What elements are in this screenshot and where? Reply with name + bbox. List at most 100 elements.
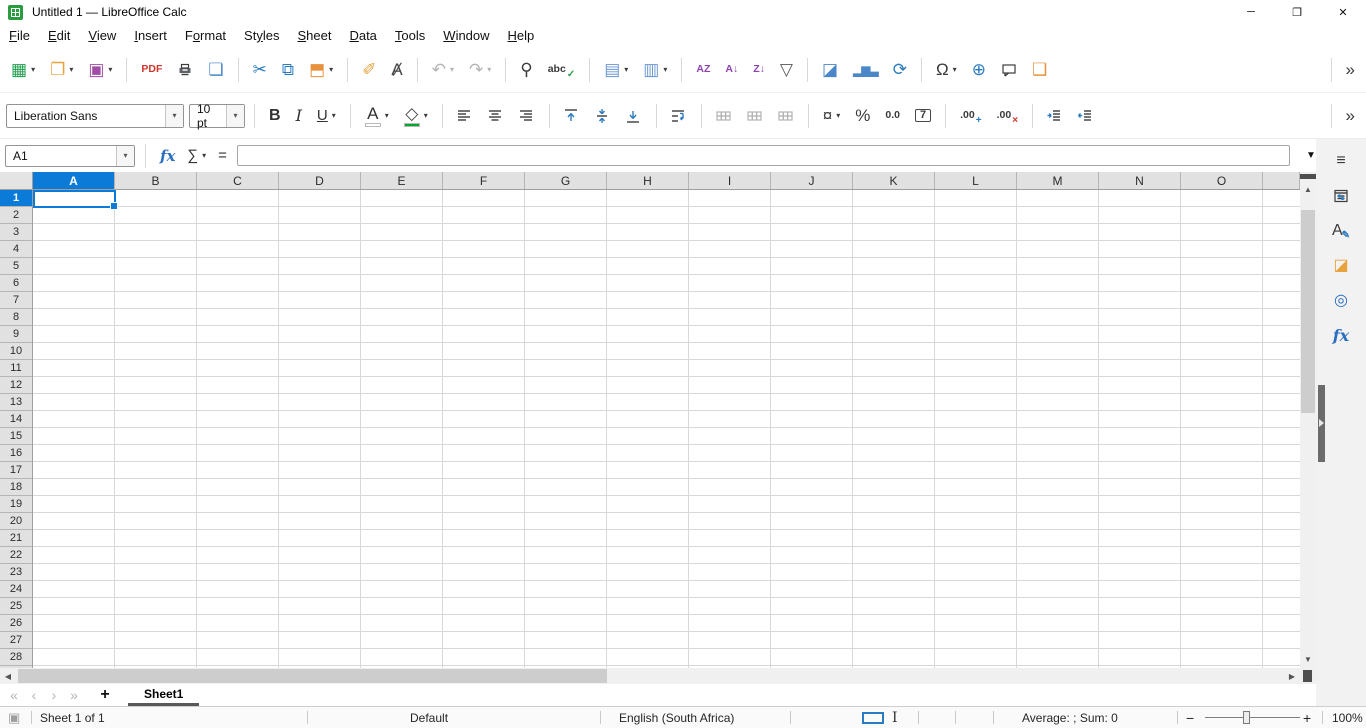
row-header-15[interactable]: 15 — [0, 428, 32, 445]
format-number-button[interactable]: 0.0 — [880, 107, 905, 124]
autofilter-button[interactable]: ▽ — [775, 58, 798, 81]
row-header-12[interactable]: 12 — [0, 377, 32, 394]
zoom-slider-thumb[interactable] — [1243, 711, 1250, 724]
column-header-E[interactable]: E — [361, 172, 443, 189]
copy-button[interactable]: ⧉ — [277, 58, 299, 81]
chevron-down-icon[interactable]: ▾ — [165, 105, 183, 127]
row-header-18[interactable]: 18 — [0, 479, 32, 496]
row-header-14[interactable]: 14 — [0, 411, 32, 428]
sidebar-hide-handle[interactable] — [1318, 385, 1325, 462]
select-all-corner[interactable] — [0, 172, 33, 190]
wrap-text-button[interactable] — [666, 105, 692, 127]
merge-center-cells-button[interactable] — [711, 105, 737, 127]
page-style-status[interactable]: Default — [410, 707, 448, 728]
menu-format[interactable]: Format — [176, 26, 235, 45]
close-button[interactable]: ✕ — [1320, 0, 1366, 24]
headers-footers-button[interactable]: ❑ — [1027, 58, 1052, 81]
add-decimal-button[interactable]: .00+ — [955, 107, 986, 124]
sidebar-gallery-button[interactable]: ◪ — [1323, 248, 1359, 283]
scroll-right-icon[interactable]: ▶ — [1284, 668, 1300, 684]
center-vertically-button[interactable] — [590, 105, 616, 127]
font-name-combobox[interactable]: Liberation Sans ▾ — [6, 104, 184, 128]
average-sum-status[interactable]: Average: ; Sum: 0 — [1022, 707, 1118, 728]
formula-input[interactable] — [237, 145, 1290, 166]
comment-button[interactable] — [996, 59, 1022, 81]
sheet-number-status[interactable]: Sheet 1 of 1 — [40, 707, 105, 728]
sort-ascending-button[interactable]: A↓ — [720, 61, 743, 78]
cut-button[interactable]: ✂ — [248, 58, 272, 81]
insert-chart-button[interactable]: ▂▆▃ — [848, 61, 883, 79]
menu-file[interactable]: File — [0, 26, 39, 45]
insert-image-button[interactable]: ◪ — [817, 58, 843, 81]
restore-button[interactable]: ❐ — [1274, 0, 1320, 24]
row-header-11[interactable]: 11 — [0, 360, 32, 377]
menu-help[interactable]: Help — [499, 26, 544, 45]
menu-view[interactable]: View — [79, 26, 125, 45]
sort-descending-button[interactable]: Z↓ — [748, 61, 770, 78]
column-header-A[interactable]: A — [33, 172, 115, 189]
menu-insert[interactable]: Insert — [125, 26, 176, 45]
row-header-9[interactable]: 9 — [0, 326, 32, 343]
font-size-combobox[interactable]: 10 pt ▾ — [189, 104, 245, 128]
zoom-in-button[interactable]: + — [1303, 707, 1311, 728]
row-header-8[interactable]: 8 — [0, 309, 32, 326]
toolbar-overflow-button[interactable]: » — [1341, 58, 1360, 81]
save-button[interactable]: ▣▾ — [83, 58, 117, 81]
export-pdf-button[interactable]: PDF — [136, 61, 167, 78]
row-header-26[interactable]: 26 — [0, 615, 32, 632]
merge-cells-button[interactable] — [742, 105, 768, 127]
row-header-19[interactable]: 19 — [0, 496, 32, 513]
scroll-up-icon[interactable]: ▲ — [1300, 181, 1316, 197]
special-character-button[interactable]: Ω▾ — [931, 58, 962, 81]
row-header-22[interactable]: 22 — [0, 547, 32, 564]
sidebar-functions-button[interactable]: fx — [1323, 318, 1359, 353]
zoom-level-status[interactable]: 100% — [1332, 707, 1363, 728]
align-left-button[interactable] — [452, 105, 478, 127]
column-header-N[interactable]: N — [1099, 172, 1181, 189]
column-header-partial[interactable] — [1263, 172, 1300, 189]
row-header-16[interactable]: 16 — [0, 445, 32, 462]
sort-button[interactable]: AZ — [691, 61, 715, 78]
clear-formatting-button[interactable]: Ⱥ — [386, 58, 407, 81]
menu-sheet[interactable]: Sheet — [288, 26, 340, 45]
undo-button[interactable]: ↶▾ — [427, 58, 459, 81]
menu-tools[interactable]: Tools — [386, 26, 434, 45]
last-sheet-button[interactable]: » — [64, 684, 84, 706]
decrease-indent-button[interactable] — [1073, 105, 1099, 127]
menu-edit[interactable]: Edit — [39, 26, 79, 45]
horizontal-scrollbar[interactable]: ◀ ▶ — [0, 668, 1316, 684]
previous-sheet-button[interactable]: ‹ — [24, 684, 44, 706]
next-sheet-button[interactable]: › — [44, 684, 64, 706]
unmerge-cells-button[interactable] — [773, 105, 799, 127]
column-header-K[interactable]: K — [853, 172, 935, 189]
vertical-split-handle[interactable] — [1300, 174, 1316, 179]
print-preview-button[interactable]: ❏ — [203, 58, 228, 81]
add-sheet-button[interactable]: + — [92, 684, 118, 706]
background-color-button[interactable]: ◇▾ — [399, 102, 433, 130]
menu-data[interactable]: Data — [340, 26, 385, 45]
clone-formatting-button[interactable]: ✐ — [357, 58, 381, 81]
menu-window[interactable]: Window — [434, 26, 498, 45]
first-sheet-button[interactable]: « — [4, 684, 24, 706]
column-header-F[interactable]: F — [443, 172, 525, 189]
row-header-27[interactable]: 27 — [0, 632, 32, 649]
row-header-24[interactable]: 24 — [0, 581, 32, 598]
column-header-H[interactable]: H — [607, 172, 689, 189]
vertical-scrollbar[interactable]: ▲ ▼ — [1300, 172, 1316, 668]
bold-button[interactable]: B — [264, 105, 286, 127]
horizontal-scrollbar-thumb[interactable] — [18, 669, 607, 683]
increase-indent-button[interactable] — [1042, 105, 1068, 127]
italic-button[interactable]: I — [291, 105, 307, 127]
row-header-21[interactable]: 21 — [0, 530, 32, 547]
column-header-G[interactable]: G — [525, 172, 607, 189]
column-button[interactable]: ▥▾ — [638, 58, 672, 81]
column-header-J[interactable]: J — [771, 172, 853, 189]
row-header-28[interactable]: 28 — [0, 649, 32, 666]
name-box[interactable]: A1 ▾ — [5, 145, 135, 167]
scroll-left-icon[interactable]: ◀ — [0, 668, 16, 684]
align-top-button[interactable] — [559, 105, 585, 127]
paste-button[interactable]: ⬒▾ — [304, 58, 338, 81]
row-header-20[interactable]: 20 — [0, 513, 32, 530]
align-bottom-button[interactable] — [621, 105, 647, 127]
spreadsheet-cells[interactable] — [33, 190, 1300, 668]
